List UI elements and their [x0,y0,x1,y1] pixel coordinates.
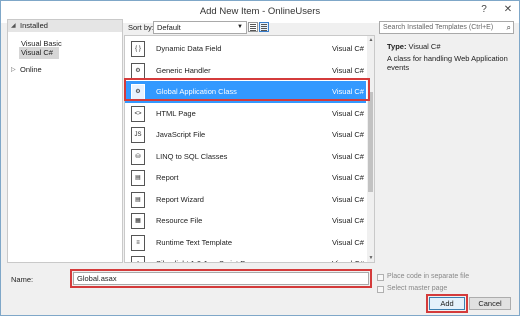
html-page-icon: <> [131,105,145,122]
template-item-language: Visual C# [332,237,364,247]
report-icon: ▤ [131,170,145,186]
sort-by-select[interactable]: Default ▼ [153,21,247,34]
template-list: ◆ Silverlight 1.0 JavaScript Page Visual C… [124,35,375,263]
medium-icons-view-button[interactable] [248,22,258,32]
name-input-highlight [70,269,372,288]
template-item[interactable]: JS JavaScript File Visual C# [125,124,366,146]
report-wizard-icon: ▤ [131,191,145,208]
template-item[interactable]: ▤ Report Visual C# [125,167,366,189]
close-button[interactable]: ✕ [497,1,519,19]
search-icon: ⌕ [506,23,511,32]
template-item[interactable]: ≡ Runtime Text Template Visual C# [125,232,366,254]
template-item-language: Visual C# [332,130,364,139]
template-item[interactable]: ▤ Report Wizard Visual C# [125,189,366,211]
template-item-name: Generic Handler [156,65,211,75]
tree-node-installed-label: Installed [20,21,48,30]
template-item-language: Visual C# [332,65,364,75]
template-item-language: Visual C# [332,44,364,53]
template-item[interactable]: { } Dynamic Data Field Visual C# [125,38,366,60]
selected-template-highlight [124,78,370,101]
tree-node-online[interactable]: ▷ Online [8,64,122,76]
search-placeholder: Search Installed Templates (Ctrl+E) [383,24,494,31]
template-info-pane: Type: Visual C# A class for handling Web… [379,35,514,263]
window-title: Add New Item - OnlineUsers [199,6,321,17]
template-item-language: Visual C# [332,216,364,225]
template-item-name: LINQ to SQL Classes [156,151,228,161]
template-item-name: Silverlight 1.0 JavaScript Page [156,259,258,262]
help-button[interactable]: ? [473,1,495,19]
template-type-label: Type: [387,42,407,51]
select-master-page-checkbox[interactable] [377,286,384,293]
template-item-name: HTML Page [156,108,196,118]
sort-by-value: Default [157,23,181,32]
tree-node-visual-csharp[interactable]: Visual C# [19,47,59,59]
template-item-name: Resource File [156,216,203,225]
javascript-file-icon: JS [131,127,145,143]
sort-by-label: Sort by: [128,23,154,32]
category-tree: ◢ Installed Visual Basic Visual C# ▷ Onl… [7,19,123,263]
cancel-button[interactable]: Cancel [469,297,511,310]
template-item-name: JavaScript File [156,130,206,139]
linq-to-sql-icon: ⛁ [131,148,145,165]
template-item-name: Runtime Text Template [156,237,233,247]
resource-file-icon: ▦ [131,213,145,229]
generic-handler-icon: ⚙ [131,62,145,79]
template-item-name: Dynamic Data Field [156,44,222,53]
template-item[interactable]: <> HTML Page Visual C# [125,103,366,125]
search-templates-input[interactable]: Search Installed Templates (Ctrl+E) ⌕ [379,21,514,34]
select-master-page-label: Select master page [387,285,448,292]
collapse-triangle-icon[interactable]: ◢ [11,20,16,32]
place-code-separate-label: Place code in separate file [387,273,470,280]
tree-node-installed[interactable]: ◢ Installed [8,20,122,32]
template-item[interactable]: ⛁ LINQ to SQL Classes Visual C# [125,146,366,168]
runtime-text-template-icon: ≡ [131,234,145,251]
template-item-language: Visual C# [332,173,364,182]
silverlight-page-icon: ◆ [131,256,145,262]
scroll-down-icon[interactable]: ▼ [367,255,374,261]
dynamic-data-field-icon: { } [131,41,145,57]
template-list-scrollbar[interactable]: ▲ ▼ [367,36,374,262]
template-type-value: Visual C# [408,42,441,51]
template-item[interactable]: ◆ Silverlight 1.0 JavaScript Page Visual C… [125,253,366,262]
template-item-name: Report [156,173,179,182]
template-item-language: Visual C# [332,151,364,161]
scroll-up-icon[interactable]: ▲ [367,37,374,43]
name-label: Name: [11,275,34,284]
template-item-language: Visual C# [332,194,364,204]
list-view-button[interactable] [259,22,269,32]
tree-node-online-label: Online [20,65,42,74]
template-description: A class for handling Web Application eve… [387,54,508,72]
add-new-item-dialog: Add New Item - OnlineUsers ? ✕ ◢ Install… [0,0,520,316]
chevron-down-icon: ▼ [237,24,243,30]
expand-triangle-icon[interactable]: ▷ [11,64,16,76]
add-button-highlight [426,294,468,313]
template-item-language: Visual C# [332,108,364,118]
scrollbar-thumb[interactable] [368,92,373,192]
place-code-separate-checkbox[interactable] [377,274,384,281]
template-item-name: Report Wizard [156,194,204,204]
template-type: Type: Visual C# [387,42,441,51]
template-item-language: Visual C# [332,259,364,262]
template-item[interactable]: ▦ Resource File Visual C# [125,210,366,232]
